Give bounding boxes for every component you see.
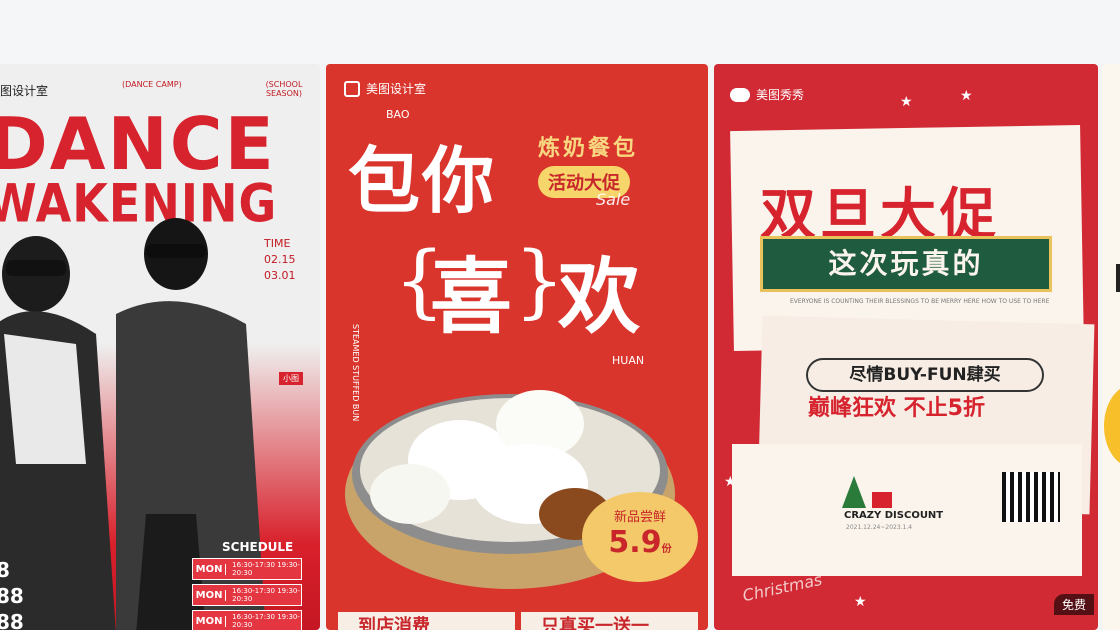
day: MON <box>193 615 227 627</box>
headline-part1: 包你 <box>348 139 497 223</box>
price-label: 新品尝鲜 <box>613 510 666 525</box>
headline-part2: 喜 <box>430 250 513 345</box>
buy-fun-pill: 尽情BUY-FUN肆买 <box>806 358 1044 392</box>
hours: 16:30-17:30 19:30-20:30 <box>232 561 300 577</box>
star-icon: ★ <box>854 594 867 610</box>
schedule-row: MON 16:30-17:30 19:30-20:30 <box>192 584 302 606</box>
template-card-dance[interactable]: 图设计室 (DANCE CAMP) (SCHOOL SEASON) DANCE … <box>0 64 320 630</box>
star-icon: ★ <box>900 94 913 110</box>
card-brand: 美图秀秀 <box>730 86 804 103</box>
yellow-shape <box>1104 384 1120 468</box>
time-block: TIME 02.15 03.01 <box>264 236 296 284</box>
hours: 16:30-17:30 19:30-20:30 <box>232 613 300 629</box>
qr-code-icon <box>1002 472 1060 522</box>
sale-script: Sale <box>596 190 631 209</box>
time-label: TIME <box>264 237 291 250</box>
partial-glyph <box>1116 264 1120 292</box>
star-icon: ★ <box>960 88 973 104</box>
date-number: 88 <box>0 584 24 608</box>
hours: 16:30-17:30 19:30-20:30 <box>232 587 300 603</box>
headline-part3: 欢 <box>558 250 641 345</box>
bao-label: BAO <box>386 108 410 121</box>
top-bar <box>0 0 1120 64</box>
crazy-discount: CRAZY DISCOUNT <box>844 510 944 521</box>
subtitle: 炼奶餐包 <box>538 136 639 161</box>
bottom-banner: 到店消费 只真买一送一 <box>338 612 698 630</box>
bottom-right: 只真买一送一 <box>521 612 698 630</box>
template-card-bao[interactable]: 美图设计室 BAO 包你 { 喜 } 欢 炼奶餐包 活动大促 Sale STEA… <box>326 64 708 630</box>
schedule-row: MON 16:30-17:30 19:30-20:30 <box>192 610 302 630</box>
bottom-left: 到店消费 <box>338 612 515 630</box>
brand-name: 美图设计室 <box>366 82 427 96</box>
discount-line: 巅峰狂欢 不止5折 <box>808 396 985 421</box>
date-number: 88 <box>0 610 24 630</box>
brand-name: 美图秀秀 <box>756 88 805 102</box>
template-card-christmas[interactable]: 美图秀秀 ★ ★ ★ ★ 双旦大促 这次玩真的 EVERYONE IS COUN… <box>714 64 1098 630</box>
tree-icon <box>842 476 892 508</box>
fine-print: EVERYONE IS COUNTING THEIR BLESSINGS TO … <box>790 298 1050 305</box>
schedule-label: SCHEDULE <box>222 540 294 554</box>
brand-logo-icon <box>344 80 360 97</box>
green-band: 这次玩真的 <box>760 236 1052 292</box>
free-badge: 免费 <box>1054 594 1095 615</box>
brand-logo-icon <box>730 87 750 102</box>
date-number: 8 <box>0 558 10 582</box>
template-card-partial[interactable] <box>1102 64 1120 630</box>
card-brand: 美图设计室 <box>344 80 426 97</box>
tag-dance-camp: (DANCE CAMP) <box>122 80 182 89</box>
schedule-row: MON 16:30-17:30 19:30-20:30 <box>192 558 302 580</box>
day: MON <box>193 563 227 575</box>
tag-school-season: (SCHOOL SEASON) <box>265 80 303 98</box>
time-end: 03.01 <box>264 269 296 282</box>
price-value: 5.9份 <box>608 525 672 560</box>
time-start: 02.15 <box>264 253 296 266</box>
day: MON <box>193 589 227 601</box>
card-brand: 图设计室 <box>0 84 49 98</box>
mini-tag: 小图 <box>279 372 303 385</box>
date-range: 2021.12.24~2023.1.4 <box>846 524 913 531</box>
price-badge: 新品尝鲜 5.9份 <box>582 492 698 582</box>
